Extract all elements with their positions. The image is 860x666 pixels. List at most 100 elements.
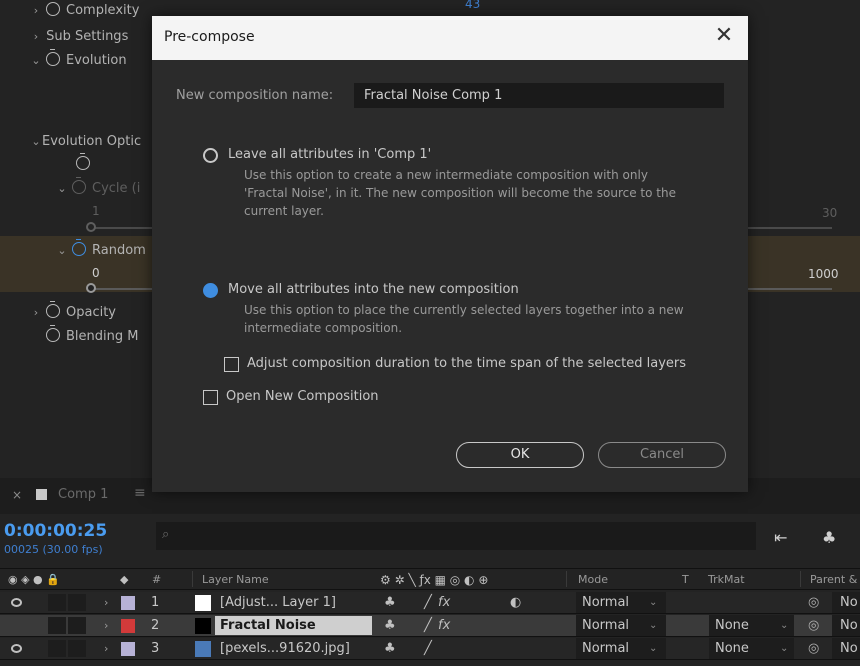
twirl-icon[interactable]: › (30, 26, 42, 48)
twirl-icon[interactable]: ⌄ (30, 50, 42, 72)
layer-row[interactable]: › 1 [Adjust... Layer 1] ♣ ╱ fx ◐ Normal … (0, 592, 860, 614)
twirl-icon[interactable]: ⌄ (56, 178, 68, 200)
chevron-down-icon: ⌄ (649, 620, 658, 631)
ok-button[interactable]: OK (456, 442, 584, 468)
parent-select[interactable]: No (832, 615, 860, 636)
layer-label-color[interactable] (121, 619, 135, 633)
property-complexity[interactable]: › Complexity (30, 0, 139, 22)
pick-whip-icon[interactable]: ◎ (808, 592, 819, 613)
adjustment-layer-icon[interactable]: ◐ (510, 592, 521, 613)
stopwatch-icon[interactable] (46, 325, 60, 342)
close-icon[interactable]: ✕ (712, 25, 736, 49)
property-label: Evolution Optic (42, 134, 142, 149)
twirl-icon[interactable]: ⌄ (56, 240, 68, 262)
leave-attributes-radio[interactable] (203, 148, 218, 163)
stopwatch-icon[interactable] (72, 177, 86, 194)
twirl-icon[interactable]: › (30, 302, 42, 324)
random-min-value: 0 (92, 266, 100, 280)
stopwatch-icon[interactable] (46, 301, 60, 318)
chevron-down-icon: ⌄ (649, 643, 658, 654)
twirl-icon[interactable]: › (104, 592, 108, 613)
chevron-down-icon: ⌄ (780, 620, 789, 631)
stopwatch-icon[interactable] (72, 239, 86, 256)
cycle-min-value: 1 (92, 204, 100, 218)
lock-toggle[interactable] (68, 640, 86, 657)
cancel-button[interactable]: Cancel (598, 442, 726, 468)
comp-color-swatch (36, 489, 47, 500)
comp-flowchart-icon[interactable]: ⇤ (774, 528, 787, 547)
twirl-icon[interactable]: › (104, 638, 108, 659)
layer-label-color[interactable] (121, 596, 135, 610)
layer-row[interactable]: › 2 Fractal Noise ♣ ╱ fx Normal ⌄ None ⌄… (0, 615, 860, 637)
property-opacity[interactable]: › Opacity (30, 301, 116, 324)
dialog-titlebar[interactable]: Pre-compose ✕ (152, 16, 748, 60)
chevron-down-icon: ⌄ (649, 597, 658, 608)
eye-icon[interactable] (11, 644, 22, 653)
current-time-display[interactable]: 0:00:00:25 (4, 521, 107, 541)
lock-toggle[interactable] (68, 617, 86, 634)
complexity-value[interactable]: 43 (465, 0, 480, 11)
close-tab-icon[interactable]: × (12, 488, 22, 502)
comp-name-label: New composition name: (176, 88, 334, 103)
random-slider-knob[interactable] (86, 283, 96, 293)
open-new-comp-label[interactable]: Open New Composition (226, 389, 379, 404)
shy-switch-icon[interactable]: ♣ (384, 592, 396, 613)
property-label: Random (92, 243, 146, 258)
property-blending-mode[interactable]: Blending M (30, 325, 138, 348)
adjust-duration-checkbox[interactable] (224, 357, 239, 372)
property-stopwatch-solo[interactable] (72, 153, 96, 176)
stopwatch-icon[interactable] (46, 2, 60, 16)
quality-switch-icon[interactable]: ╱ (424, 638, 432, 659)
comp-name-input[interactable]: Fractal Noise Comp 1 (354, 83, 724, 108)
leave-attributes-label[interactable]: Leave all attributes in 'Comp 1' (228, 147, 431, 162)
eye-icon[interactable] (11, 598, 22, 607)
solo-toggle[interactable] (48, 617, 66, 634)
property-cycle[interactable]: ⌄ Cycle (i (56, 177, 140, 200)
fx-switch-icon[interactable]: fx (438, 592, 450, 613)
av-features-header-icon[interactable]: ◉ ◈ ● 🔒 (8, 573, 60, 586)
adjust-duration-label[interactable]: Adjust composition duration to the time … (247, 356, 686, 371)
layer-label-color[interactable] (121, 642, 135, 656)
layer-search-input[interactable]: ⌕ (156, 522, 756, 550)
layer-name[interactable]: [pexels...91620.jpg] (215, 639, 372, 658)
shy-layers-icon[interactable]: ♣ (822, 528, 836, 547)
tab-comp-1[interactable]: Comp 1 (58, 487, 108, 502)
layer-name-header[interactable]: Layer Name (202, 573, 269, 586)
shy-switch-icon[interactable]: ♣ (384, 615, 396, 636)
layer-name[interactable]: [Adjust... Layer 1] (215, 593, 372, 612)
twirl-icon[interactable]: ⌄ (30, 131, 42, 153)
solo-toggle[interactable] (48, 594, 66, 611)
quality-switch-icon[interactable]: ╱ (424, 615, 432, 636)
move-attributes-label[interactable]: Move all attributes into the new composi… (228, 282, 519, 297)
layer-thumbnail (195, 595, 211, 611)
shy-switch-icon[interactable]: ♣ (384, 638, 396, 659)
property-sub-settings[interactable]: › Sub Settings (30, 26, 129, 48)
switches-header-icons[interactable]: ⚙ ✲ ╲ ƒx ▦ ◎ ◐ ⊕ (380, 573, 488, 587)
layer-name[interactable]: Fractal Noise (215, 616, 372, 635)
open-new-comp-checkbox[interactable] (203, 390, 218, 405)
description-line: current layer. (244, 204, 324, 218)
twirl-icon[interactable]: › (104, 615, 108, 636)
panel-menu-icon[interactable]: ≡ (134, 485, 146, 501)
parent-select[interactable]: No (832, 592, 860, 613)
pick-whip-icon[interactable]: ◎ (808, 615, 819, 636)
timeline-panel: × Comp 1 ≡ 0:00:00:25 00025 (30.00 fps) … (0, 478, 860, 666)
property-evolution[interactable]: ⌄ Evolution (30, 49, 127, 72)
property-evolution-options[interactable]: ⌄Evolution Optic (30, 131, 141, 153)
parent-select[interactable]: No (832, 638, 860, 659)
image-file-icon (195, 641, 211, 657)
twirl-icon[interactable]: › (30, 0, 42, 22)
stopwatch-icon[interactable] (46, 49, 60, 66)
property-random-seed[interactable]: ⌄ Random (56, 239, 146, 262)
cycle-slider-knob[interactable] (86, 222, 96, 232)
label-header-icon[interactable]: ◆ (120, 573, 128, 586)
quality-switch-icon[interactable]: ╱ (424, 592, 432, 613)
layer-number: 1 (151, 595, 160, 610)
lock-toggle[interactable] (68, 594, 86, 611)
layer-row[interactable]: › 3 [pexels...91620.jpg] ♣ ╱ Normal ⌄ No… (0, 638, 860, 660)
move-attributes-radio[interactable] (203, 283, 218, 298)
stopwatch-icon[interactable] (76, 153, 90, 170)
solo-toggle[interactable] (48, 640, 66, 657)
pick-whip-icon[interactable]: ◎ (808, 638, 819, 659)
fx-switch-icon[interactable]: fx (438, 615, 450, 636)
